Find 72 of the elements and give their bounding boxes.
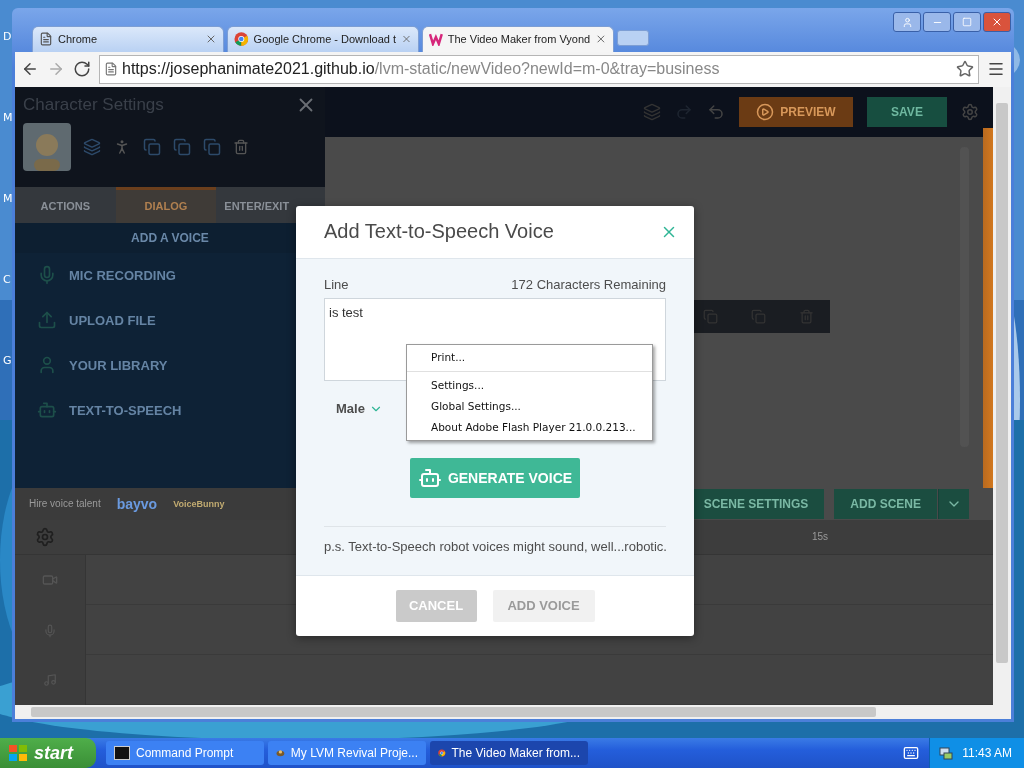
- panel-tab[interactable]: DIALOG: [115, 186, 217, 223]
- browser-tab[interactable]: Chrome: [32, 25, 224, 52]
- reload-icon[interactable]: [73, 60, 91, 79]
- music-icon: [43, 673, 57, 688]
- scene-button[interactable]: ADD SCENE: [834, 488, 937, 519]
- time-mark: 15s: [811, 531, 828, 543]
- layers-icon[interactable]: [83, 137, 101, 156]
- avatar: [23, 122, 71, 171]
- upload-icon: [37, 310, 57, 331]
- logo-icon: [429, 32, 443, 47]
- settings-icon[interactable]: [961, 102, 979, 121]
- copy-icon[interactable]: [143, 137, 161, 156]
- bookmark-star-icon[interactable]: [956, 60, 974, 79]
- chrome-logo-icon: [234, 31, 249, 48]
- clock: 11:43 AM: [962, 746, 1012, 760]
- profile-button[interactable]: [893, 12, 921, 32]
- layers-icon[interactable]: [643, 102, 661, 121]
- dialog-title: Add Text-to-Speech Voice: [324, 220, 554, 244]
- undo-icon[interactable]: [707, 102, 725, 121]
- start-button[interactable]: start: [0, 738, 96, 768]
- maximize-icon: [962, 17, 972, 27]
- scrollbar[interactable]: [993, 86, 1011, 706]
- voice-dropdown[interactable]: Male: [336, 401, 383, 417]
- maximize-button[interactable]: [953, 12, 981, 32]
- page-icon: [104, 62, 118, 77]
- taskbar-button[interactable]: My LVM Revival Proje...: [268, 741, 426, 765]
- desktop-icon-label: M: [3, 111, 13, 124]
- keyboard-icon[interactable]: [903, 745, 920, 761]
- menu-item[interactable]: Print...: [407, 346, 652, 368]
- windows-logo-icon: [8, 744, 28, 762]
- save-button[interactable]: SAVE: [867, 96, 947, 127]
- address-bar[interactable]: https://josephanimate2021.github.io/lvm-static/newVideo?newId=m-0&tray=business: [99, 54, 979, 84]
- play-icon: [756, 102, 775, 121]
- character-count: 172 Characters Remaining: [511, 276, 666, 292]
- desktop-icon-label: G: [3, 354, 13, 367]
- desktop-icon-label: D: [3, 30, 13, 43]
- desktop-icon-label: C: [3, 273, 12, 286]
- trash-icon[interactable]: [233, 138, 249, 155]
- taskbar-button[interactable]: Command Prompt: [106, 741, 264, 765]
- menu-item[interactable]: About Adobe Flash Player 21.0.0.213...: [407, 416, 652, 438]
- minimize-button[interactable]: [923, 12, 951, 32]
- microphone-icon: [37, 265, 57, 286]
- preview-button[interactable]: PREVIEW: [739, 96, 853, 127]
- close-button[interactable]: [983, 12, 1011, 32]
- hire-label: Hire voice talent: [29, 498, 101, 510]
- browser-tab[interactable]: The Video Maker from Vyond: [422, 25, 614, 52]
- copy-icon[interactable]: [203, 137, 221, 156]
- robot-icon: [37, 400, 57, 421]
- copy-icon[interactable]: [173, 137, 191, 156]
- terminal-icon: [114, 746, 130, 760]
- field-label: Line: [324, 276, 349, 292]
- menu-item[interactable]: Global Settings...: [407, 395, 652, 417]
- partner-logo[interactable]: VoiceBunny: [173, 498, 225, 509]
- person-icon: [901, 16, 913, 28]
- trash-icon[interactable]: [798, 308, 814, 324]
- person-icon: [37, 355, 57, 376]
- copy-icon[interactable]: [751, 308, 766, 324]
- microphone-icon: [43, 623, 57, 638]
- desktop-icon-label: M: [3, 192, 13, 205]
- dropdown-button[interactable]: [938, 488, 969, 519]
- page-icon: [39, 32, 53, 47]
- partner-logo[interactable]: bayvo: [116, 495, 158, 512]
- generate-voice-button[interactable]: GENERATE VOICE: [410, 457, 580, 498]
- settings-icon[interactable]: [35, 526, 55, 547]
- note-text: p.s. Text-to-Speech robot voices might sound, well...robotic.: [324, 538, 666, 554]
- network-icon[interactable]: [938, 745, 955, 761]
- copy-icon[interactable]: [703, 308, 719, 324]
- new-tab-button[interactable]: [617, 29, 649, 46]
- scrollbar[interactable]: [15, 705, 1011, 719]
- browser-tab[interactable]: Google Chrome - Download t: [227, 25, 419, 52]
- taskbar-button[interactable]: The Video Maker from...: [430, 741, 588, 765]
- close-icon: [991, 16, 1003, 28]
